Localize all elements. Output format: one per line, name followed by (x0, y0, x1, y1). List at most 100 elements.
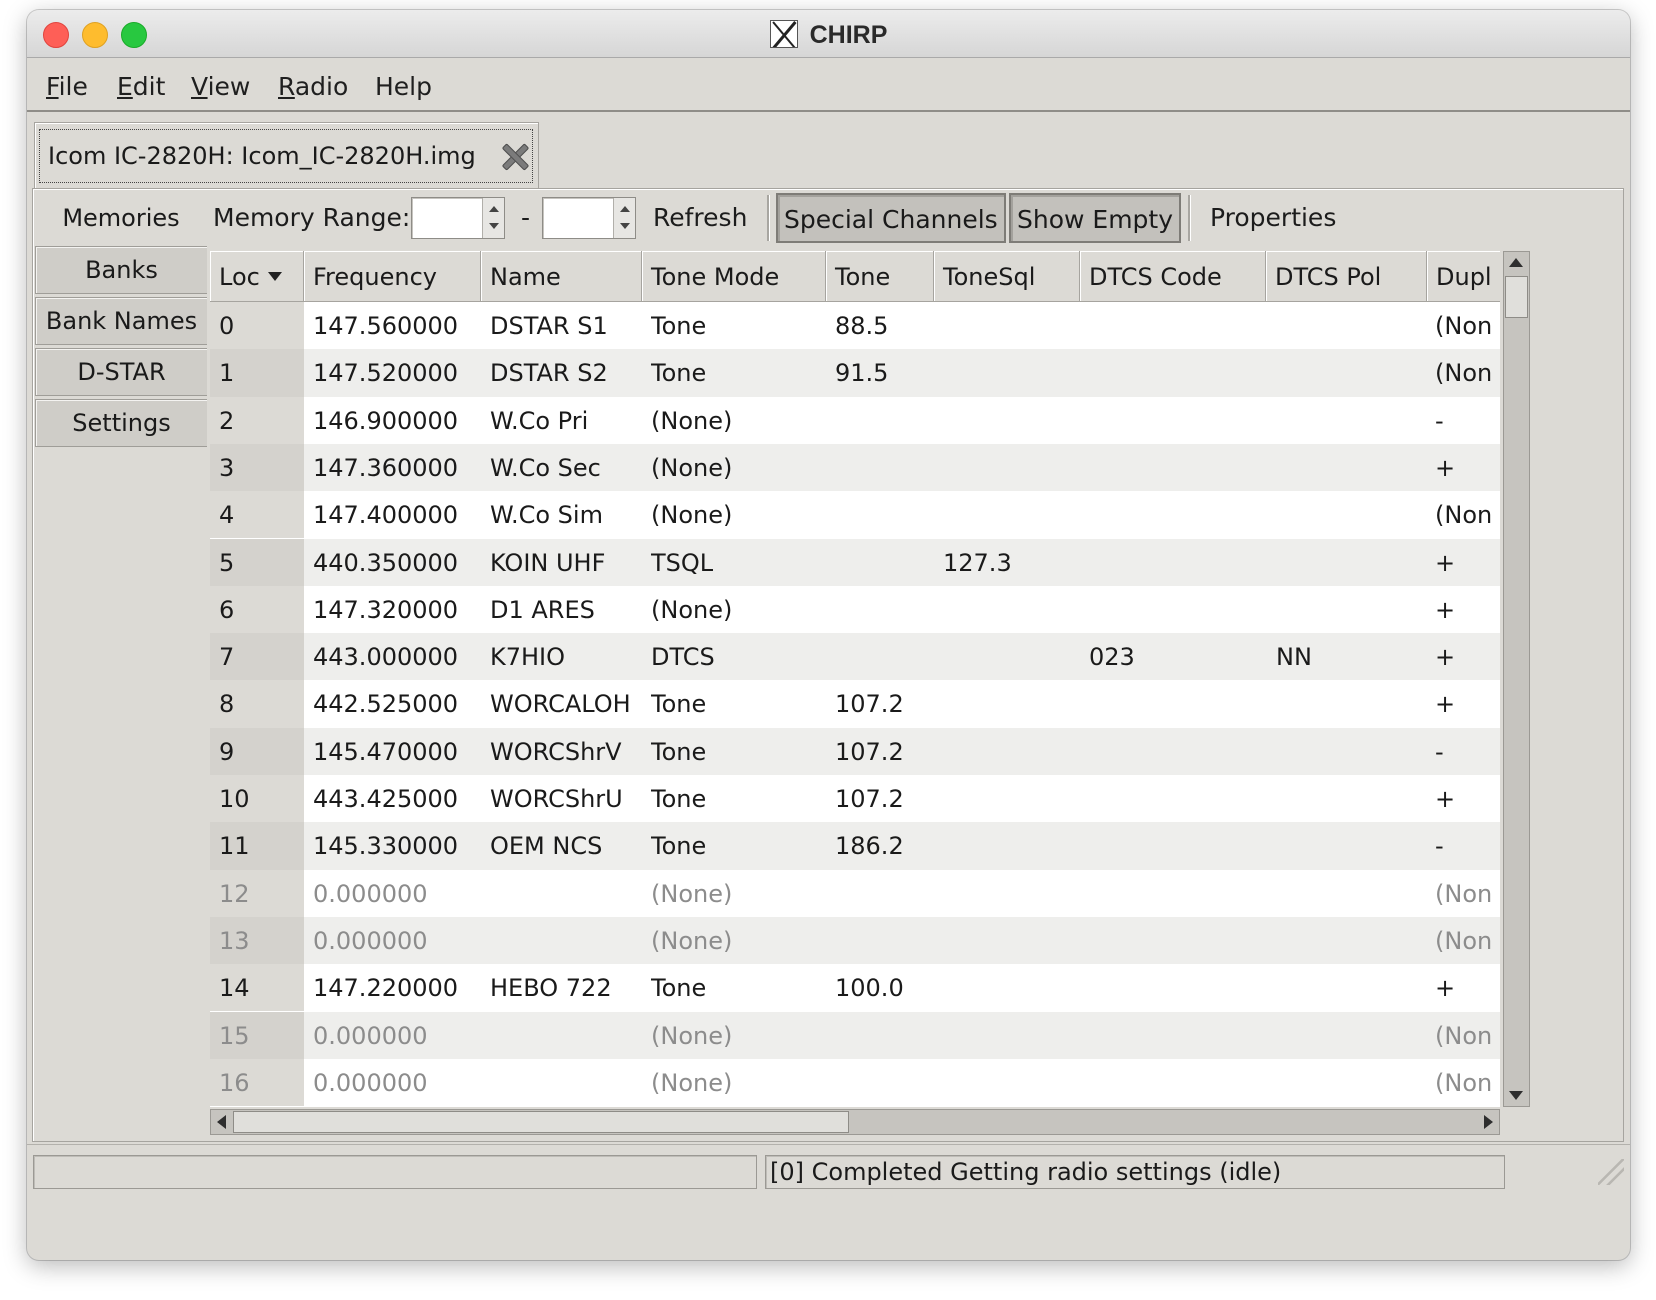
cell-loc[interactable]: 8 (210, 680, 304, 728)
range-end-spinner[interactable] (542, 197, 636, 239)
table-row[interactable]: 4 147.400000 W.Co Sim (None) (Non (210, 491, 1500, 539)
cell-freq[interactable]: 442.525000 (313, 690, 458, 718)
table-row[interactable]: 5 440.350000 KOIN UHF TSQL 127.3 + (210, 538, 1500, 586)
cell-dup[interactable]: (Non (1435, 927, 1492, 955)
cell-loc[interactable]: 10 (210, 775, 304, 823)
cell-freq[interactable]: 0.000000 (313, 1069, 428, 1097)
cell-mode[interactable]: Tone (651, 312, 706, 340)
column-header-dtcs-code[interactable]: DTCS Code (1080, 251, 1266, 301)
table-row[interactable]: 7 443.000000 K7HIO DTCS 023 NN + (210, 633, 1500, 681)
cell-pol[interactable]: NN (1276, 643, 1312, 671)
cell-freq[interactable]: 0.000000 (313, 880, 428, 908)
properties-button[interactable]: Properties (1210, 203, 1336, 232)
horizontal-scroll-thumb[interactable] (233, 1111, 849, 1133)
cell-dup[interactable]: (Non (1435, 359, 1492, 387)
cell-name[interactable]: W.Co Pri (490, 407, 588, 435)
file-tab[interactable]: Icom IC-2820H: Icom_IC-2820H.img (34, 122, 539, 188)
column-header-loc[interactable]: Loc (210, 251, 304, 301)
tab-bank-names[interactable]: Bank Names (35, 297, 207, 345)
table-row[interactable]: 12 0.000000 (None) (Non (210, 869, 1500, 917)
menu-radio[interactable]: Radio (278, 72, 348, 101)
cell-mode[interactable]: (None) (651, 1069, 732, 1097)
column-header-duplex[interactable]: Dupl (1427, 251, 1500, 301)
spin-down-icon[interactable] (489, 223, 499, 229)
cell-name[interactable]: DSTAR S2 (490, 359, 608, 387)
cell-tsql[interactable]: 127.3 (943, 549, 1012, 577)
table-row[interactable]: 6 147.320000 D1 ARES (None) + (210, 585, 1500, 634)
cell-loc[interactable]: 7 (210, 633, 304, 681)
column-header-tone[interactable]: Tone (826, 251, 934, 301)
cell-tone[interactable]: 107.2 (835, 785, 904, 813)
column-header-tonesql[interactable]: ToneSql (934, 251, 1080, 301)
range-end-stepper[interactable] (613, 198, 635, 238)
cell-mode[interactable]: (None) (651, 501, 732, 529)
cell-name[interactable]: W.Co Sec (490, 454, 601, 482)
cell-mode[interactable]: (None) (651, 1022, 732, 1050)
menu-file[interactable]: File (46, 72, 88, 101)
menu-edit[interactable]: Edit (117, 72, 165, 101)
cell-mode[interactable]: Tone (651, 690, 706, 718)
close-icon[interactable] (500, 142, 530, 172)
cell-dup[interactable]: + (1435, 974, 1455, 1002)
cell-freq[interactable]: 147.220000 (313, 974, 458, 1002)
cell-name[interactable]: OEM NCS (490, 832, 602, 860)
scroll-left-icon[interactable] (217, 1115, 226, 1129)
cell-name[interactable]: K7HIO (490, 643, 565, 671)
tab-memories[interactable]: Memories (35, 195, 207, 243)
cell-dup[interactable]: (Non (1435, 1022, 1492, 1050)
spin-up-icon[interactable] (620, 206, 630, 212)
tab-banks[interactable]: Banks (35, 246, 207, 294)
cell-tone[interactable]: 107.2 (835, 690, 904, 718)
cell-name[interactable]: HEBO 722 (490, 974, 612, 1002)
cell-name[interactable]: WORCALOH (490, 690, 631, 718)
cell-name[interactable]: DSTAR S1 (490, 312, 608, 340)
cell-loc[interactable]: 13 (210, 916, 304, 965)
show-empty-toggle[interactable]: Show Empty (1009, 193, 1182, 243)
cell-mode[interactable]: Tone (651, 359, 706, 387)
table-row[interactable]: 15 0.000000 (None) (Non (210, 1011, 1500, 1059)
tab-d-star[interactable]: D-STAR (35, 348, 207, 396)
cell-mode[interactable]: Tone (651, 785, 706, 813)
cell-loc[interactable]: 15 (210, 1011, 304, 1059)
cell-dup[interactable]: - (1435, 832, 1444, 860)
column-header-name[interactable]: Name (481, 251, 642, 301)
spin-up-icon[interactable] (489, 206, 499, 212)
table-row[interactable]: 9 145.470000 WORCShrV Tone 107.2 - (210, 727, 1500, 775)
cell-dup[interactable]: - (1435, 407, 1444, 435)
cell-freq[interactable]: 440.350000 (313, 549, 458, 577)
cell-freq[interactable]: 147.520000 (313, 359, 458, 387)
cell-loc[interactable]: 12 (210, 869, 304, 917)
cell-dup[interactable]: - (1435, 738, 1444, 766)
cell-name[interactable]: WORCShrV (490, 738, 622, 766)
table-row[interactable]: 16 0.000000 (None) (Non (210, 1058, 1500, 1107)
vertical-scrollbar[interactable] (1503, 251, 1530, 1107)
cell-loc[interactable]: 0 (210, 302, 304, 350)
cell-dup[interactable]: + (1435, 454, 1455, 482)
cell-loc[interactable]: 16 (210, 1058, 304, 1107)
cell-loc[interactable]: 11 (210, 822, 304, 870)
cell-loc[interactable]: 1 (210, 349, 304, 397)
cell-dup[interactable]: (Non (1435, 312, 1492, 340)
cell-freq[interactable]: 147.360000 (313, 454, 458, 482)
cell-dtcs[interactable]: 023 (1089, 643, 1135, 671)
cell-mode[interactable]: Tone (651, 738, 706, 766)
cell-freq[interactable]: 0.000000 (313, 1022, 428, 1050)
table-row[interactable]: 11 145.330000 OEM NCS Tone 186.2 - (210, 822, 1500, 870)
column-header-tone-mode[interactable]: Tone Mode (642, 251, 826, 301)
cell-mode[interactable]: (None) (651, 407, 732, 435)
cell-tone[interactable]: 91.5 (835, 359, 888, 387)
table-row[interactable]: 10 443.425000 WORCShrU Tone 107.2 + (210, 775, 1500, 823)
cell-loc[interactable]: 2 (210, 396, 304, 444)
cell-tone[interactable]: 186.2 (835, 832, 904, 860)
column-header-frequency[interactable]: Frequency (304, 251, 481, 301)
cell-mode[interactable]: (None) (651, 927, 732, 955)
range-start-stepper[interactable] (482, 198, 504, 238)
scroll-right-icon[interactable] (1484, 1115, 1493, 1129)
special-channels-toggle[interactable]: Special Channels (776, 193, 1006, 243)
table-row[interactable]: 1 147.520000 DSTAR S2 Tone 91.5 (Non (210, 349, 1500, 397)
table-row[interactable]: 2 146.900000 W.Co Pri (None) - (210, 396, 1500, 444)
cell-mode[interactable]: (None) (651, 880, 732, 908)
cell-freq[interactable]: 443.425000 (313, 785, 458, 813)
cell-freq[interactable]: 443.000000 (313, 643, 458, 671)
menu-help[interactable]: Help (375, 72, 432, 101)
